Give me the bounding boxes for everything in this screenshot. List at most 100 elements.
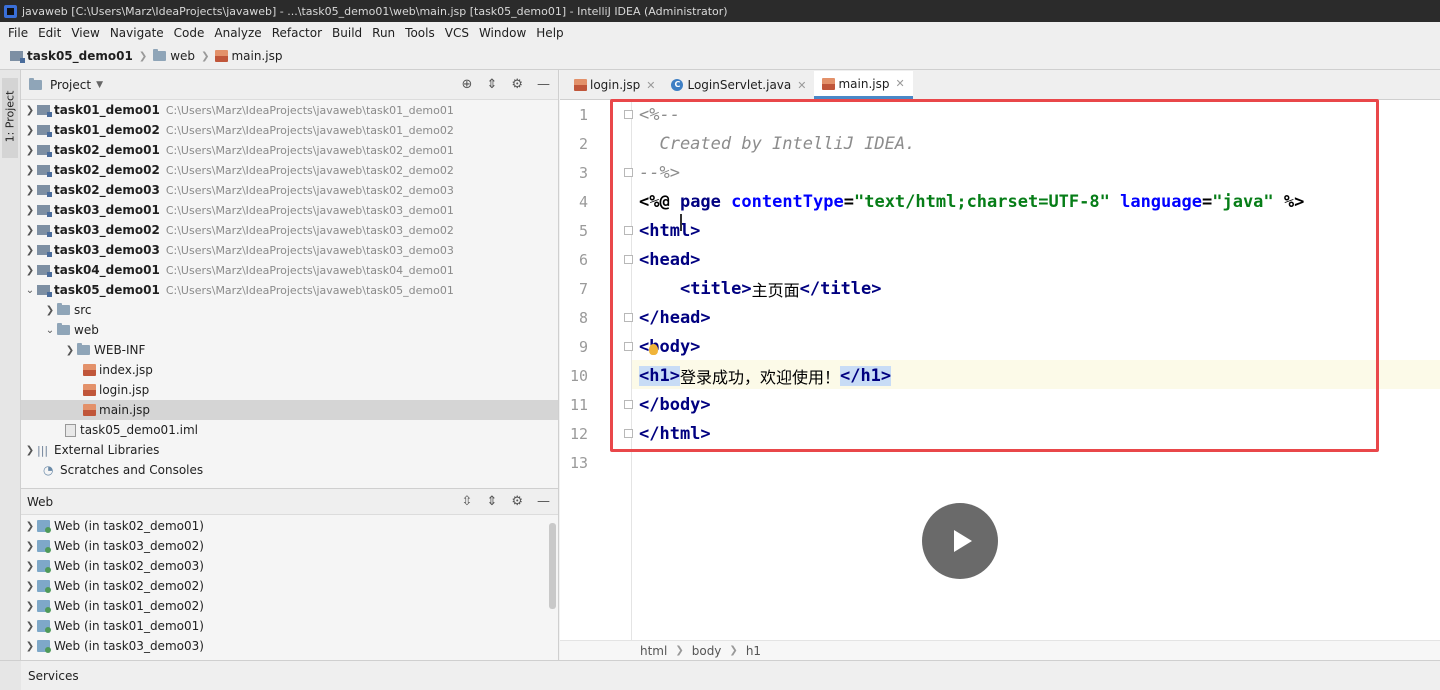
editor-tabs: login.jsp ✕ C LoginServlet.java ✕ main.j… bbox=[560, 70, 1440, 100]
breadcrumb-html[interactable]: html bbox=[640, 644, 667, 658]
web-facet-item[interactable]: ❯ Web (in task01_demo01) bbox=[21, 616, 558, 636]
chevron-right-icon[interactable]: ❯ bbox=[23, 225, 37, 236]
tree-item-module[interactable]: ❯ task02_demo01 C:\Users\Marz\IdeaProjec… bbox=[21, 140, 558, 160]
chevron-right-icon[interactable]: ❯ bbox=[23, 205, 37, 216]
breadcrumb-module[interactable]: task05_demo01 bbox=[10, 49, 133, 63]
text-cursor bbox=[680, 214, 682, 231]
matched-tag: <h1> bbox=[639, 365, 680, 386]
tree-item-src[interactable]: ❯ src bbox=[21, 300, 558, 320]
web-facet-item[interactable]: ❯ Web (in task02_demo03) bbox=[21, 556, 558, 576]
chevron-right-icon[interactable]: ❯ bbox=[63, 345, 77, 356]
web-facet-item[interactable]: ❯ Web (in task01_demo02) bbox=[21, 596, 558, 616]
tree-item-module[interactable]: ❯ task02_demo02 C:\Users\Marz\IdeaProjec… bbox=[21, 160, 558, 180]
tab-login-servlet-java[interactable]: C LoginServlet.java ✕ bbox=[663, 71, 814, 99]
web-facet-item[interactable]: ❯ Web (in task02_demo02) bbox=[21, 576, 558, 596]
line-number: 5 bbox=[578, 221, 588, 240]
menu-file[interactable]: File bbox=[3, 26, 33, 40]
video-play-button[interactable] bbox=[922, 503, 998, 579]
chevron-right-icon: ❯ bbox=[729, 645, 738, 656]
breadcrumb-h1[interactable]: h1 bbox=[746, 644, 761, 658]
menu-run[interactable]: Run bbox=[367, 26, 400, 40]
code-editor[interactable]: <%-- Created by IntelliJ IDEA. --%> <%@ … bbox=[632, 100, 1440, 640]
chevron-down-icon[interactable]: ▼ bbox=[96, 80, 103, 90]
chevron-right-icon[interactable]: ❯ bbox=[23, 245, 37, 256]
menu-tools[interactable]: Tools bbox=[400, 26, 440, 40]
line-number: 1 bbox=[578, 105, 588, 124]
web-facet-item[interactable]: ❯ Web (in task03_demo03) bbox=[21, 636, 558, 656]
chevron-right-icon[interactable]: ❯ bbox=[23, 265, 37, 276]
chevron-right-icon[interactable]: ❯ bbox=[23, 521, 37, 532]
menu-view[interactable]: View bbox=[66, 26, 104, 40]
module-icon bbox=[37, 185, 52, 197]
web-panel-scrollbar[interactable] bbox=[549, 523, 556, 609]
minimize-icon[interactable]: — bbox=[537, 77, 550, 92]
tree-item-iml[interactable]: task05_demo01.iml bbox=[21, 420, 558, 440]
tree-item-web-inf[interactable]: ❯ WEB-INF bbox=[21, 340, 558, 360]
expand-all-icon[interactable]: ⇳ bbox=[462, 494, 473, 509]
tree-item-module[interactable]: ❯ task04_demo01 C:\Users\Marz\IdeaProjec… bbox=[21, 260, 558, 280]
tree-item-external-libraries[interactable]: ❯ ||| External Libraries bbox=[21, 440, 558, 460]
menu-help[interactable]: Help bbox=[531, 26, 568, 40]
tree-item-module-expanded[interactable]: ⌄ task05_demo01 C:\Users\Marz\IdeaProjec… bbox=[21, 280, 558, 300]
tab-login-jsp[interactable]: login.jsp ✕ bbox=[566, 71, 663, 99]
tree-item-index-jsp[interactable]: index.jsp bbox=[21, 360, 558, 380]
tree-item-module[interactable]: ❯ task03_demo02 C:\Users\Marz\IdeaProjec… bbox=[21, 220, 558, 240]
menu-analyze[interactable]: Analyze bbox=[209, 26, 266, 40]
tree-item-module[interactable]: ❯ task01_demo01 C:\Users\Marz\IdeaProjec… bbox=[21, 100, 558, 120]
gear-icon[interactable]: ⚙ bbox=[511, 494, 523, 509]
breadcrumb-folder[interactable]: web bbox=[153, 49, 195, 63]
tree-item-login-jsp[interactable]: login.jsp bbox=[21, 380, 558, 400]
services-tool-window[interactable]: Services bbox=[21, 660, 1440, 690]
close-icon[interactable]: ✕ bbox=[646, 79, 655, 92]
minimize-icon[interactable]: — bbox=[537, 494, 550, 509]
chevron-right-icon[interactable]: ❯ bbox=[23, 145, 37, 156]
tab-main-jsp[interactable]: main.jsp ✕ bbox=[814, 71, 913, 99]
chevron-right-icon[interactable]: ❯ bbox=[23, 105, 37, 116]
tree-item-scratches[interactable]: ◔ Scratches and Consoles bbox=[21, 460, 558, 480]
chevron-right-icon[interactable]: ❯ bbox=[23, 541, 37, 552]
web-facet-item[interactable]: ❯ Web (in task03_demo02) bbox=[21, 536, 558, 556]
intention-bulb-icon[interactable] bbox=[649, 344, 658, 355]
menu-refactor[interactable]: Refactor bbox=[267, 26, 327, 40]
chevron-right-icon[interactable]: ❯ bbox=[23, 445, 37, 456]
menu-vcs[interactable]: VCS bbox=[440, 26, 474, 40]
breadcrumb-file[interactable]: main.jsp bbox=[215, 49, 282, 63]
chevron-right-icon[interactable]: ❯ bbox=[23, 601, 37, 612]
menu-edit[interactable]: Edit bbox=[33, 26, 66, 40]
menu-code[interactable]: Code bbox=[169, 26, 210, 40]
tree-item-main-jsp[interactable]: main.jsp bbox=[21, 400, 558, 420]
chevron-right-icon[interactable]: ❯ bbox=[23, 561, 37, 572]
menu-navigate[interactable]: Navigate bbox=[105, 26, 169, 40]
project-view-selector[interactable]: Project bbox=[50, 78, 91, 92]
matched-tag: </h1> bbox=[839, 365, 892, 386]
library-icon: ||| bbox=[37, 443, 49, 457]
collapse-all-icon[interactable]: ⇕ bbox=[486, 494, 497, 509]
chevron-right-icon[interactable]: ❯ bbox=[23, 185, 37, 196]
tree-item-web[interactable]: ⌄ web bbox=[21, 320, 558, 340]
menu-window[interactable]: Window bbox=[474, 26, 531, 40]
chevron-right-icon[interactable]: ❯ bbox=[23, 125, 37, 136]
chevron-right-icon[interactable]: ❯ bbox=[23, 621, 37, 632]
chevron-right-icon[interactable]: ❯ bbox=[23, 641, 37, 652]
chevron-right-icon[interactable]: ❯ bbox=[23, 165, 37, 176]
web-facet-item[interactable]: ❯ Web (in task02_demo01) bbox=[21, 516, 558, 536]
project-icon bbox=[29, 77, 42, 90]
breadcrumb-body[interactable]: body bbox=[692, 644, 722, 658]
collapse-all-icon[interactable]: ⇕ bbox=[486, 77, 497, 92]
chevron-down-icon[interactable]: ⌄ bbox=[43, 325, 57, 336]
menu-build[interactable]: Build bbox=[327, 26, 367, 40]
tree-item-module[interactable]: ❯ task02_demo03 C:\Users\Marz\IdeaProjec… bbox=[21, 180, 558, 200]
project-tool-tab[interactable]: 1: Project bbox=[2, 78, 18, 158]
chevron-right-icon[interactable]: ❯ bbox=[23, 581, 37, 592]
gear-icon[interactable]: ⚙ bbox=[511, 77, 523, 92]
tree-item-module[interactable]: ❯ task01_demo02 C:\Users\Marz\IdeaProjec… bbox=[21, 120, 558, 140]
tree-item-module[interactable]: ❯ task03_demo01 C:\Users\Marz\IdeaProjec… bbox=[21, 200, 558, 220]
chevron-right-icon[interactable]: ❯ bbox=[43, 305, 57, 316]
tree-item-module[interactable]: ❯ task03_demo03 C:\Users\Marz\IdeaProjec… bbox=[21, 240, 558, 260]
close-icon[interactable]: ✕ bbox=[895, 77, 904, 90]
chevron-down-icon[interactable]: ⌄ bbox=[23, 285, 37, 296]
locate-icon[interactable]: ⊕ bbox=[462, 77, 473, 92]
close-icon[interactable]: ✕ bbox=[797, 79, 806, 92]
line-number: 4 bbox=[578, 192, 588, 211]
jsp-file-icon bbox=[83, 384, 96, 396]
